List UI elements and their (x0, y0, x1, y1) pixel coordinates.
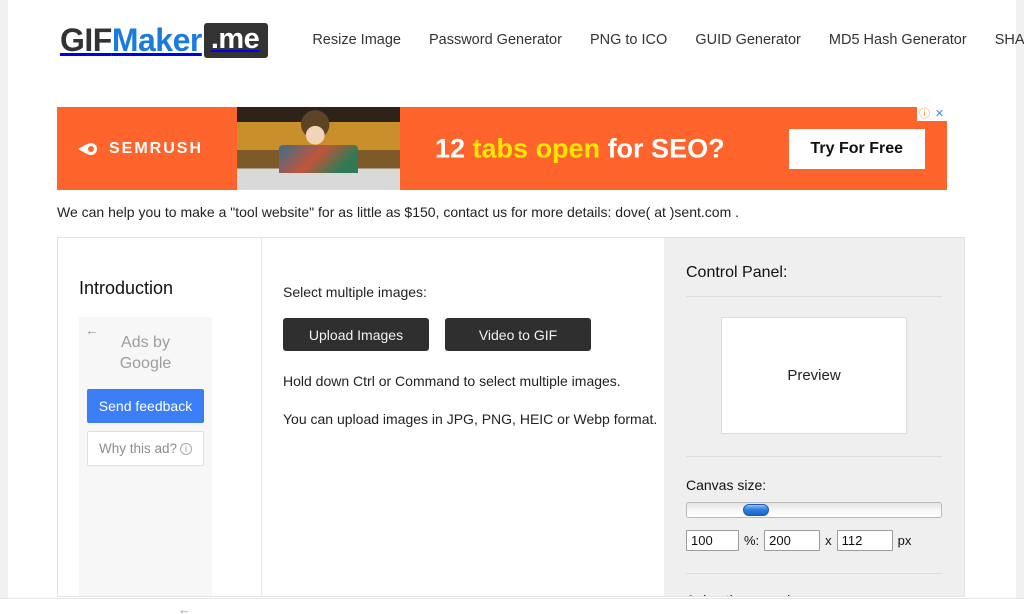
upload-column: Select multiple images: Upload Images Vi… (262, 238, 664, 596)
dimension-times-label: x (825, 533, 832, 548)
site-logo[interactable]: GIF Maker .me (60, 21, 269, 59)
panel-divider-preview (686, 456, 942, 457)
semrush-logo-icon (75, 140, 101, 158)
page-root: GIF Maker .me Resize Image Password Genera… (0, 0, 1024, 614)
ad-headline-highlight: tabs open (472, 133, 601, 163)
panel-divider-top (686, 296, 942, 297)
nav-item-md5-hash-generator[interactable]: MD5 Hash Generator (815, 28, 981, 52)
semrush-wordmark: SEMRUSH (109, 139, 204, 157)
logo-badge-me: .me (203, 22, 269, 58)
canvas-size-label: Canvas size: (686, 477, 767, 493)
panel-divider-animation (686, 573, 942, 574)
ad-try-for-free-button[interactable]: Try For Free (788, 128, 925, 169)
preview-box[interactable]: Preview (721, 317, 907, 434)
info-icon: i (180, 442, 193, 455)
nav-item-sha1-online[interactable]: SHA1 Online (981, 28, 1024, 52)
page-left-gutter (0, 0, 8, 614)
upload-images-button[interactable]: Upload Images (283, 318, 429, 351)
ad-controls: ⓘ ✕ (917, 107, 947, 121)
ad-photo-image (237, 107, 400, 190)
ad-headline-lead: 12 (435, 133, 473, 163)
site-header: GIF Maker .me Resize Image Password Genera… (8, 0, 1024, 80)
control-panel: Control Panel: Preview Canvas size: %: x… (664, 238, 964, 596)
ad-brand-lockup: SEMRUSH (75, 140, 203, 158)
percent-suffix-label: %: (744, 533, 760, 548)
ads-by-google-label: Ads by Google (87, 333, 204, 375)
ads-by-google-line2: Google (119, 354, 172, 372)
introduction-title: Introduction (79, 278, 174, 298)
why-this-ad-label: Why this ad? (98, 440, 178, 456)
adchoices-info-icon[interactable]: ⓘ (917, 107, 932, 121)
send-feedback-button[interactable]: Send feedback (87, 388, 204, 423)
canvas-size-inputs: %: x px (686, 530, 942, 551)
google-ads-box: ← Ads by Google Send feedback Why this a… (79, 317, 212, 596)
ad-close-icon[interactable]: ✕ (932, 107, 947, 121)
logo-text-gif: GIF (60, 21, 112, 58)
upload-hint-formats: You can upload images in JPG, PNG, HEIC … (283, 411, 658, 427)
preview-label: Preview (787, 367, 841, 384)
promo-text: We can help you to make a "tool website"… (57, 204, 740, 220)
control-panel-title: Control Panel: (686, 264, 788, 281)
why-this-ad-button[interactable]: Why this ad? i (87, 430, 204, 466)
ads-back-arrow-icon[interactable]: ← (85, 323, 99, 337)
video-to-gif-button[interactable]: Video to GIF (445, 318, 591, 351)
main-navigation: Resize Image Password Generator PNG to I… (298, 28, 1024, 52)
canvas-percent-input[interactable] (686, 530, 739, 551)
canvas-size-slider-thumb[interactable] (742, 504, 769, 516)
advertisement-banner[interactable]: SEMRUSH 12 tabs open for SEO? Try For Fr… (57, 107, 947, 190)
select-images-label: Select multiple images: (283, 284, 427, 300)
bottom-partial-ad-strip (0, 598, 1024, 614)
ad-headline: 12 tabs open for SEO? (435, 133, 725, 164)
introduction-column: Introduction ← Ads by Google Send feedba… (58, 238, 262, 596)
nav-item-password-generator[interactable]: Password Generator (415, 28, 576, 52)
logo-text-maker: Maker (111, 21, 203, 58)
nav-item-guid-generator[interactable]: GUID Generator (681, 28, 815, 52)
pixel-unit-label: px (897, 533, 912, 548)
canvas-size-slider[interactable] (686, 502, 942, 518)
canvas-width-input[interactable] (764, 530, 821, 551)
animation-speed-label: Animation speed: (686, 592, 942, 596)
bottom-back-arrow-icon[interactable]: ← (178, 603, 191, 614)
ad-headline-tail: for SEO? (600, 133, 725, 163)
ads-by-google-line1: Ads by (121, 334, 170, 351)
canvas-height-input[interactable] (836, 530, 893, 551)
content-card: Introduction ← Ads by Google Send feedba… (57, 237, 965, 597)
nav-item-resize-image[interactable]: Resize Image (298, 28, 415, 52)
upload-button-row: Upload Images Video to GIF (283, 318, 664, 351)
upload-hint-multiselect: Hold down Ctrl or Command to select mult… (283, 373, 621, 389)
nav-item-png-to-ico[interactable]: PNG to ICO (576, 28, 681, 52)
page-right-gutter (1016, 0, 1024, 614)
